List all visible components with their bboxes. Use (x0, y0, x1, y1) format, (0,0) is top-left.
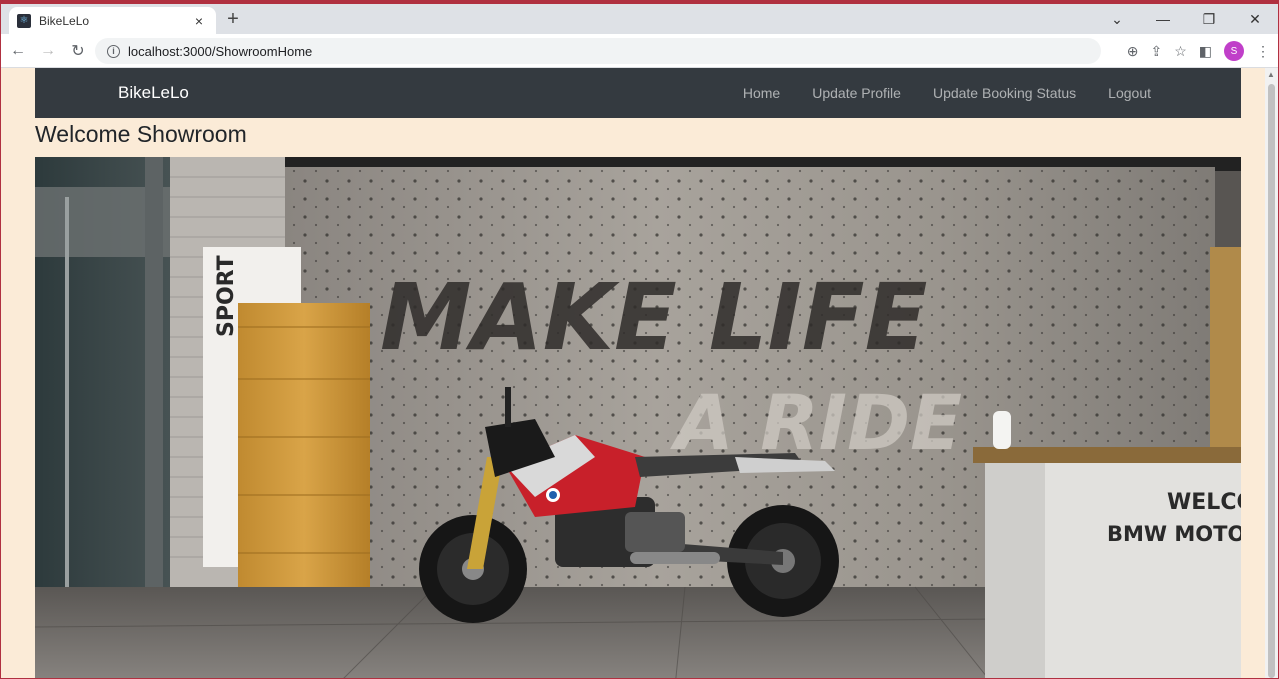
wall-text-line2: A RIDE (670, 378, 962, 467)
nav-links: Home Update Profile Update Booking Statu… (743, 85, 1151, 101)
new-tab-icon[interactable]: + (223, 8, 243, 30)
toolbar-actions: ⊕ ⇪ ☆ ◧ S ⋮ (1127, 38, 1270, 64)
back-icon[interactable]: ← (5, 38, 31, 64)
nav-link-update-profile[interactable]: Update Profile (812, 85, 901, 101)
share-icon[interactable]: ⇪ (1150, 43, 1162, 60)
restore-icon[interactable]: ❐ (1186, 4, 1232, 34)
page-viewport: BikeLeLo Home Update Profile Update Book… (1, 68, 1267, 678)
react-favicon-icon: ⚛ (17, 13, 31, 28)
side-panel-icon[interactable]: ◧ (1199, 43, 1212, 60)
minimize-icon[interactable]: — (1140, 4, 1186, 34)
profile-avatar[interactable]: S (1224, 41, 1244, 61)
tab-close-icon[interactable]: × (190, 13, 208, 29)
browser-tab[interactable]: ⚛ BikeLeLo × (9, 7, 216, 34)
desk-text-line2: BMW MOTORR (1107, 522, 1241, 546)
browser-toolbar: ← → ↻ i localhost:3000/ShowroomHome ⊕ ⇪ … (1, 34, 1278, 68)
reload-icon[interactable]: ↻ (65, 38, 91, 64)
address-url: localhost:3000/ShowroomHome (128, 43, 313, 59)
brand-logo[interactable]: BikeLeLo (118, 83, 189, 103)
zoom-icon[interactable]: ⊕ (1127, 43, 1139, 60)
scrollbar-thumb[interactable] (1268, 84, 1275, 678)
forward-icon[interactable]: → (35, 38, 61, 64)
tab-search-icon[interactable]: ⌄ (1094, 4, 1140, 34)
bookmark-star-icon[interactable]: ☆ (1174, 43, 1187, 60)
page-title: Welcome Showroom (35, 121, 247, 147)
browser-window: ⚛ BikeLeLo × + ⌄ — ❐ ✕ ← → ↻ i localhost… (0, 0, 1279, 679)
nav-link-update-booking-status[interactable]: Update Booking Status (933, 85, 1076, 101)
menu-kebab-icon[interactable]: ⋮ (1256, 43, 1270, 60)
hero-image: MAKE LIFE A RIDE SPORT WELC BMW MOT (35, 157, 1241, 678)
sport-sign-text: SPORT (214, 255, 239, 337)
window-controls: ⌄ — ❐ ✕ (1094, 4, 1278, 34)
wall-text-line1: MAKE LIFE (380, 264, 927, 371)
showroom-photo: MAKE LIFE A RIDE SPORT WELC BMW MOT (35, 157, 1241, 678)
site-navbar: BikeLeLo Home Update Profile Update Book… (35, 68, 1241, 118)
site-info-icon[interactable]: i (107, 44, 120, 58)
page-scrollbar[interactable]: ▲ (1265, 68, 1278, 678)
scroll-up-icon[interactable]: ▲ (1267, 70, 1275, 79)
nav-link-logout[interactable]: Logout (1108, 85, 1151, 101)
tab-title: BikeLeLo (39, 13, 90, 28)
nav-link-home[interactable]: Home (743, 85, 780, 101)
close-window-icon[interactable]: ✕ (1232, 4, 1278, 34)
tab-strip: ⚛ BikeLeLo × + ⌄ — ❐ ✕ (1, 4, 1278, 34)
address-bar[interactable]: i localhost:3000/ShowroomHome (95, 38, 1101, 64)
desk-text-line1: WELCO (1167, 490, 1241, 515)
